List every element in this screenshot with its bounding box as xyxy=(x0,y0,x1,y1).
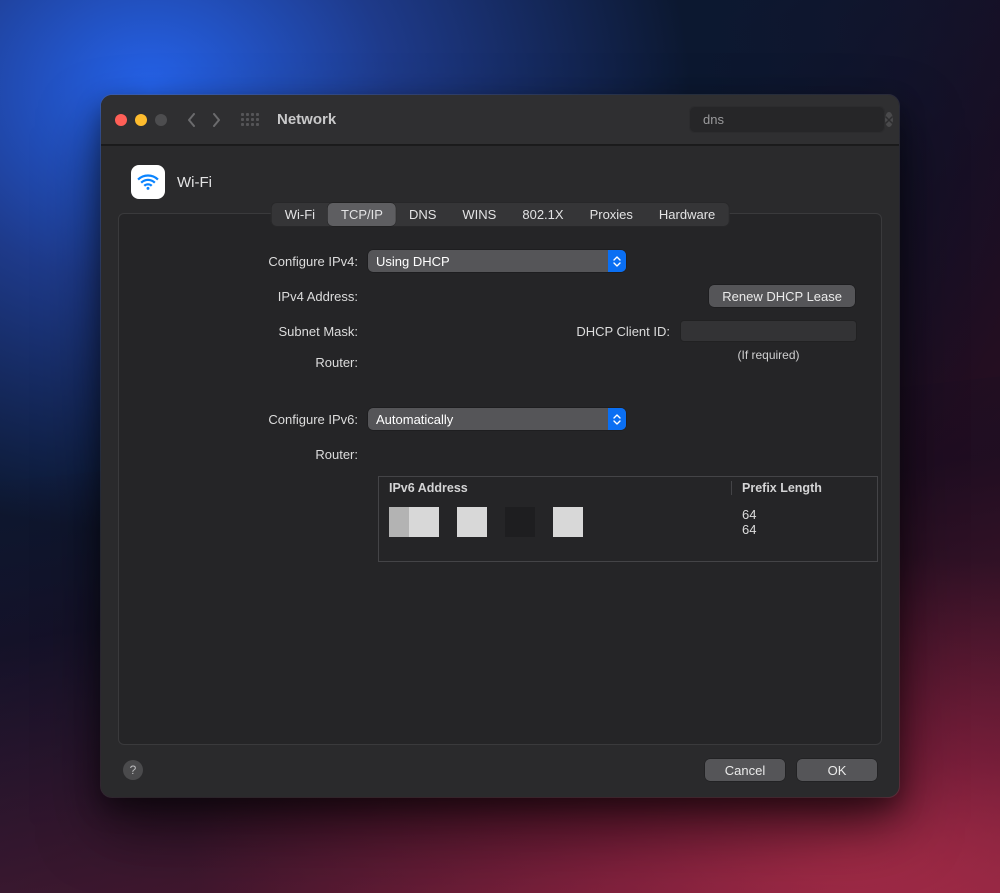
redacted-block xyxy=(389,507,409,537)
zoom-window-button[interactable] xyxy=(155,114,167,126)
tabs: Wi-Fi TCP/IP DNS WINS 802.1X Proxies Har… xyxy=(271,202,730,227)
cancel-button[interactable]: Cancel xyxy=(705,759,785,781)
configure-ipv6-label: Configure IPv6: xyxy=(143,412,368,427)
redacted-block xyxy=(457,507,487,537)
grid-icon xyxy=(241,113,259,127)
chevron-right-icon xyxy=(210,113,222,127)
show-all-button[interactable] xyxy=(239,109,261,131)
wifi-icon xyxy=(131,165,165,199)
tab-wifi[interactable]: Wi-Fi xyxy=(272,203,328,226)
search-input[interactable] xyxy=(703,112,879,127)
dhcp-client-id-input[interactable] xyxy=(680,320,857,342)
window-title: Network xyxy=(277,111,336,128)
renew-dhcp-lease-button[interactable]: Renew DHCP Lease xyxy=(709,285,855,307)
nav-buttons xyxy=(181,109,227,131)
select-stepper-icon xyxy=(608,250,626,272)
prefix-length-value: 64 xyxy=(742,522,867,537)
tab-tcpip[interactable]: TCP/IP xyxy=(328,203,396,226)
ipv6-router-label: Router: xyxy=(143,447,368,462)
configure-ipv4-select[interactable]: Using DHCP xyxy=(368,250,626,272)
clear-search-button[interactable] xyxy=(885,112,893,127)
ipv6-table-col-prefix: Prefix Length xyxy=(732,481,877,495)
tcpip-form: Configure IPv4: Using DHCP IPv4 Address: xyxy=(119,240,881,562)
close-window-button[interactable] xyxy=(115,114,127,126)
ipv6-address-table: IPv6 Address Prefix Length 64 xyxy=(378,476,878,562)
window-controls xyxy=(115,114,167,126)
prefix-length-value: 64 xyxy=(742,507,867,522)
network-preferences-window: Network Wi-Fi Wi-Fi TCP/IP DNS WINS 802.… xyxy=(101,95,899,797)
ipv4-address-label: IPv4 Address: xyxy=(143,289,368,304)
tab-dns[interactable]: DNS xyxy=(396,203,449,226)
search-field[interactable] xyxy=(689,106,885,133)
interface-name: Wi-Fi xyxy=(177,174,212,191)
tab-proxies[interactable]: Proxies xyxy=(577,203,646,226)
dhcp-client-id-hint: (If required) xyxy=(737,348,799,362)
configure-ipv6-select[interactable]: Automatically xyxy=(368,408,626,430)
select-stepper-icon xyxy=(608,408,626,430)
minimize-window-button[interactable] xyxy=(135,114,147,126)
ipv4-router-label: Router: xyxy=(143,355,368,370)
titlebar: Network xyxy=(101,95,899,145)
subnet-mask-label: Subnet Mask: xyxy=(143,324,368,339)
forward-button[interactable] xyxy=(205,109,227,131)
table-row[interactable]: 64 64 xyxy=(379,505,877,537)
configure-ipv4-value: Using DHCP xyxy=(376,254,450,269)
configure-ipv6-value: Automatically xyxy=(376,412,453,427)
tab-wins[interactable]: WINS xyxy=(449,203,509,226)
chevron-left-icon xyxy=(186,113,198,127)
redacted-block xyxy=(553,507,583,537)
settings-panel: Wi-Fi TCP/IP DNS WINS 802.1X Proxies Har… xyxy=(118,213,882,745)
tab-hardware[interactable]: Hardware xyxy=(646,203,728,226)
dhcp-client-id-label: DHCP Client ID: xyxy=(576,324,670,339)
ipv6-table-col-address: IPv6 Address xyxy=(379,481,732,495)
configure-ipv4-label: Configure IPv4: xyxy=(143,254,368,269)
back-button[interactable] xyxy=(181,109,203,131)
ok-button[interactable]: OK xyxy=(797,759,877,781)
dialog-footer: ? Cancel OK xyxy=(101,745,899,797)
redacted-block xyxy=(409,507,439,537)
close-icon xyxy=(885,116,893,124)
help-button[interactable]: ? xyxy=(123,760,143,780)
tab-8021x[interactable]: 802.1X xyxy=(509,203,576,226)
redacted-block xyxy=(505,507,535,537)
